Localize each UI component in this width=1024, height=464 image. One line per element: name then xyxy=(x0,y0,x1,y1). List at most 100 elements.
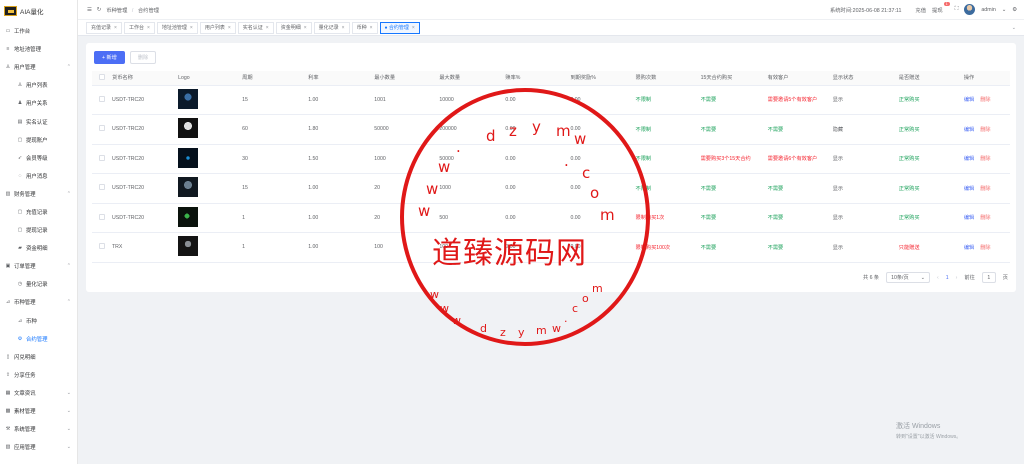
row-checkbox[interactable] xyxy=(99,184,105,191)
sidebar-menu: ▭ 工作台 ≡ 地址池管理 ♙ 用户管理 ⌃ ♙ 用户列表 ♟ 用户关系 ▤ 实名认证 ▢ 提现账户 ➶ 会员等… xyxy=(0,22,77,456)
sidebar-item[interactable]: ▧ 应用管理 ⌄ xyxy=(0,438,77,456)
tab[interactable]: 用户列表 × xyxy=(199,21,236,34)
close-icon[interactable]: × xyxy=(114,25,117,31)
cell-period: 15 xyxy=(242,185,248,192)
next-page-icon[interactable]: › xyxy=(956,275,958,281)
prev-page-icon[interactable]: ‹ xyxy=(937,275,939,281)
edit-link[interactable]: 编辑 xyxy=(964,186,974,192)
sidebar-item[interactable]: ▢ 提现记录 xyxy=(0,221,77,239)
edit-link[interactable]: 编辑 xyxy=(964,97,974,103)
cell-customers: 不需要 xyxy=(767,126,784,133)
tab[interactable]: ● 合约管理 × xyxy=(379,21,420,34)
sidebar-item[interactable]: ◌ 用户消息 xyxy=(0,167,77,185)
close-icon[interactable]: × xyxy=(228,25,231,31)
sidebar-item-label: 素材管理 xyxy=(14,409,36,416)
settings-icon: ⚒ xyxy=(5,426,11,433)
sidebar-item[interactable]: ▢ 充值记录 xyxy=(0,203,77,221)
edit-link[interactable]: 编辑 xyxy=(964,156,974,162)
chevron-down-icon[interactable]: ⌄ xyxy=(1002,7,1006,13)
user-icon: ♙ xyxy=(17,82,23,89)
delete-button[interactable]: 删除 xyxy=(129,51,157,64)
row-checkbox[interactable] xyxy=(99,125,105,132)
monitor-icon: ▭ xyxy=(5,28,11,35)
sidebar-item-label: 会员等级 xyxy=(26,155,48,162)
breadcrumb-item[interactable]: 币种管理 xyxy=(106,8,127,14)
sidebar-item[interactable]: ▩ 素材管理 ⌄ xyxy=(0,402,77,420)
sidebar-item[interactable]: ♙ 用户管理 ⌃ xyxy=(0,58,77,76)
row-checkbox[interactable] xyxy=(99,213,105,220)
cell-limit: 不限制 xyxy=(635,185,652,192)
close-icon[interactable]: × xyxy=(147,25,150,31)
sidebar-item[interactable]: ⊿ 币种 xyxy=(0,312,77,330)
tab[interactable]: 资金明细 × xyxy=(275,21,312,34)
recharge-link[interactable]: 充值 xyxy=(915,6,926,14)
avatar[interactable] xyxy=(964,4,976,15)
cell-rate: 1.00 xyxy=(308,185,319,192)
sidebar-item[interactable]: ◷ 量化记录 xyxy=(0,275,77,293)
sidebar-item[interactable]: ≡ 地址池管理 xyxy=(0,40,77,58)
close-icon[interactable]: × xyxy=(266,25,269,31)
sidebar-item[interactable]: ♟ 用户关系 xyxy=(0,94,77,112)
row-checkbox[interactable] xyxy=(99,243,105,250)
delete-link[interactable]: 删除 xyxy=(980,97,990,103)
sidebar-item[interactable]: ▰ 资金明细 xyxy=(0,239,77,257)
sidebar-item[interactable]: ♙ 用户列表 xyxy=(0,76,77,94)
delete-link[interactable]: 删除 xyxy=(980,127,990,133)
delete-link[interactable]: 删除 xyxy=(980,186,990,192)
user-name[interactable]: admin xyxy=(981,7,995,13)
edit-link[interactable]: 编辑 xyxy=(964,245,974,251)
cell-status: 显示 xyxy=(832,97,844,104)
menu-toggle-icon[interactable]: ☰ xyxy=(87,7,92,13)
close-icon[interactable]: × xyxy=(412,25,415,31)
column-header: 显示状态 xyxy=(832,71,899,86)
close-icon[interactable]: × xyxy=(190,25,193,31)
tab[interactable]: 币种 × xyxy=(351,21,378,34)
tab[interactable]: 充值记录 × xyxy=(86,21,122,34)
refresh-icon[interactable]: ↻ xyxy=(97,7,101,13)
sidebar-item-label: 量化记录 xyxy=(26,282,48,289)
gear-icon[interactable]: ⚙ xyxy=(1012,7,1017,13)
cell-max: 100 xyxy=(439,244,448,251)
add-button[interactable]: + 新增 xyxy=(94,51,125,64)
row-checkbox[interactable] xyxy=(99,95,105,102)
cell-name: USDT-TRC20 xyxy=(112,126,145,133)
tabs-more-icon[interactable]: ⌄ xyxy=(1012,25,1016,31)
goto-input[interactable]: 1 xyxy=(981,272,996,283)
sidebar-item[interactable]: ⇪ 分享任务 xyxy=(0,366,77,384)
close-icon[interactable]: × xyxy=(370,25,373,31)
cell-buy15: 不需要 xyxy=(700,97,717,104)
select-all-checkbox[interactable] xyxy=(99,73,105,80)
edit-link[interactable]: 编辑 xyxy=(964,215,974,221)
page-number[interactable]: 1 xyxy=(946,275,949,281)
sidebar-item[interactable]: ⚙ 合约管理 xyxy=(0,330,77,348)
sidebar-item[interactable]: ⚒ 系统管理 ⌄ xyxy=(0,420,77,438)
cell-rate: 1.00 xyxy=(308,214,319,221)
edit-link[interactable]: 编辑 xyxy=(964,127,974,133)
tab[interactable]: 工作台 × xyxy=(123,21,155,34)
sidebar-item[interactable]: ▦ 文章资讯 ⌄ xyxy=(0,384,77,402)
sidebar-item[interactable]: ➶ 会员等级 xyxy=(0,149,77,167)
withdraw-link[interactable]: 提现 1 xyxy=(932,1,950,14)
sidebar-item[interactable]: ▣ 订单管理 ⌃ xyxy=(0,257,77,275)
tab[interactable]: 实名认证 × xyxy=(237,21,274,34)
table-row: USDT-TRC20 1 1.00 20 500 0.00 0.00 限制购买1次 不需要 不需要… xyxy=(92,203,1010,233)
close-icon[interactable]: × xyxy=(304,25,307,31)
delete-link[interactable]: 删除 xyxy=(980,245,990,251)
sidebar-item[interactable]: ⊿ 币种管理 ⌃ xyxy=(0,293,77,311)
delete-link[interactable]: 删除 xyxy=(980,156,990,162)
close-icon[interactable]: × xyxy=(342,25,345,31)
tab[interactable]: 地址池管理 × xyxy=(156,21,198,34)
sidebar-item[interactable]: ▭ 工作台 xyxy=(0,22,77,40)
fullscreen-icon[interactable]: ⛶ xyxy=(955,6,959,13)
sidebar-item[interactable]: ▢ 提现账户 xyxy=(0,131,77,149)
tab[interactable]: 量化记录 × xyxy=(313,21,350,34)
sidebar-item[interactable]: ▤ 实名认证 xyxy=(0,112,77,130)
sidebar-item[interactable]: ▯ 闪兑明细 xyxy=(0,348,77,366)
cell-customers: 不需要 xyxy=(767,244,784,251)
page-size-select[interactable]: 10条/页 ⌄ xyxy=(886,272,931,283)
cell-buy15: 不需要 xyxy=(700,244,717,251)
delete-link[interactable]: 删除 xyxy=(980,215,990,221)
row-checkbox[interactable] xyxy=(99,154,105,161)
sidebar-item[interactable]: ▥ 财务管理 ⌃ xyxy=(0,185,77,203)
cell-gift: 正常购买 xyxy=(898,215,920,222)
